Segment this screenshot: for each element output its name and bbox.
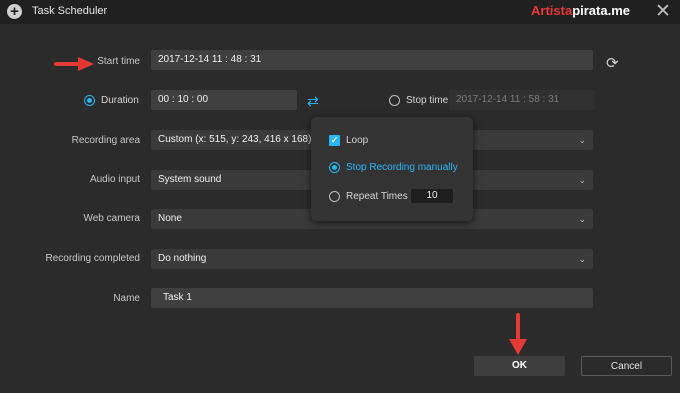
recording-completed-select[interactable]: Do nothing ⌄ bbox=[151, 249, 593, 269]
chevron-down-icon: ⌄ bbox=[578, 214, 586, 224]
audio-input-label: Audio input bbox=[89, 174, 140, 185]
stop-time-radio[interactable] bbox=[389, 95, 400, 106]
refresh-icon[interactable]: ⟳ bbox=[606, 54, 619, 72]
duration-radio[interactable] bbox=[84, 95, 95, 106]
recording-completed-value: Do nothing bbox=[158, 253, 207, 264]
repeat-times-label: Repeat Times bbox=[346, 191, 408, 202]
stop-manual-radio[interactable] bbox=[329, 162, 340, 173]
window-title: Task Scheduler bbox=[32, 5, 108, 17]
loop-popup: ✓ Loop Stop Recording manually Repeat Ti… bbox=[311, 117, 473, 221]
recording-area-value: Custom (x: 515, y: 243, 416 x 168) bbox=[158, 134, 312, 145]
stop-time-label: Stop time bbox=[406, 95, 449, 106]
chevron-down-icon: ⌄ bbox=[578, 175, 586, 185]
add-circle-icon: + bbox=[7, 4, 22, 19]
start-time-field[interactable]: 2017-12-14 11 : 48 : 31 bbox=[151, 50, 593, 70]
watermark-part-2: pirata.me bbox=[572, 3, 630, 18]
start-time-label: Start time bbox=[97, 56, 140, 67]
loop-label: Loop bbox=[346, 135, 369, 146]
chevron-down-icon: ⌄ bbox=[578, 254, 586, 264]
duration-label: Duration bbox=[101, 95, 139, 106]
duration-field[interactable]: 00 : 10 : 00 bbox=[151, 90, 297, 110]
watermark-part-1: Artista bbox=[531, 3, 573, 18]
loop-checkbox[interactable]: ✓ bbox=[329, 135, 340, 146]
ok-button[interactable]: OK bbox=[474, 356, 565, 376]
name-label: Name bbox=[113, 293, 140, 304]
close-icon[interactable]: ✕ bbox=[655, 1, 671, 23]
stop-manual-label: Stop Recording manually bbox=[346, 162, 458, 173]
chevron-down-icon: ⌄ bbox=[578, 135, 586, 145]
repeat-times-radio[interactable] bbox=[329, 191, 340, 202]
annotation-arrow-icon bbox=[509, 313, 527, 355]
name-field[interactable]: Task 1 bbox=[151, 288, 593, 308]
recording-area-label: Recording area bbox=[71, 135, 140, 146]
web-camera-value: None bbox=[158, 213, 182, 224]
cancel-button[interactable]: Cancel bbox=[581, 356, 672, 376]
audio-input-value: System sound bbox=[158, 174, 222, 185]
recording-completed-label: Recording completed bbox=[45, 253, 141, 264]
web-camera-label: Web camera bbox=[83, 213, 140, 224]
watermark: Artistapirata.me bbox=[531, 3, 630, 18]
title-bar: + Task Scheduler Artistapirata.me ✕ bbox=[0, 0, 680, 24]
repeat-times-input[interactable]: 10 bbox=[411, 189, 453, 203]
swap-icon[interactable]: ⇄ bbox=[307, 93, 319, 110]
stop-time-field[interactable]: 2017-12-14 11 : 58 : 31 bbox=[449, 90, 595, 110]
